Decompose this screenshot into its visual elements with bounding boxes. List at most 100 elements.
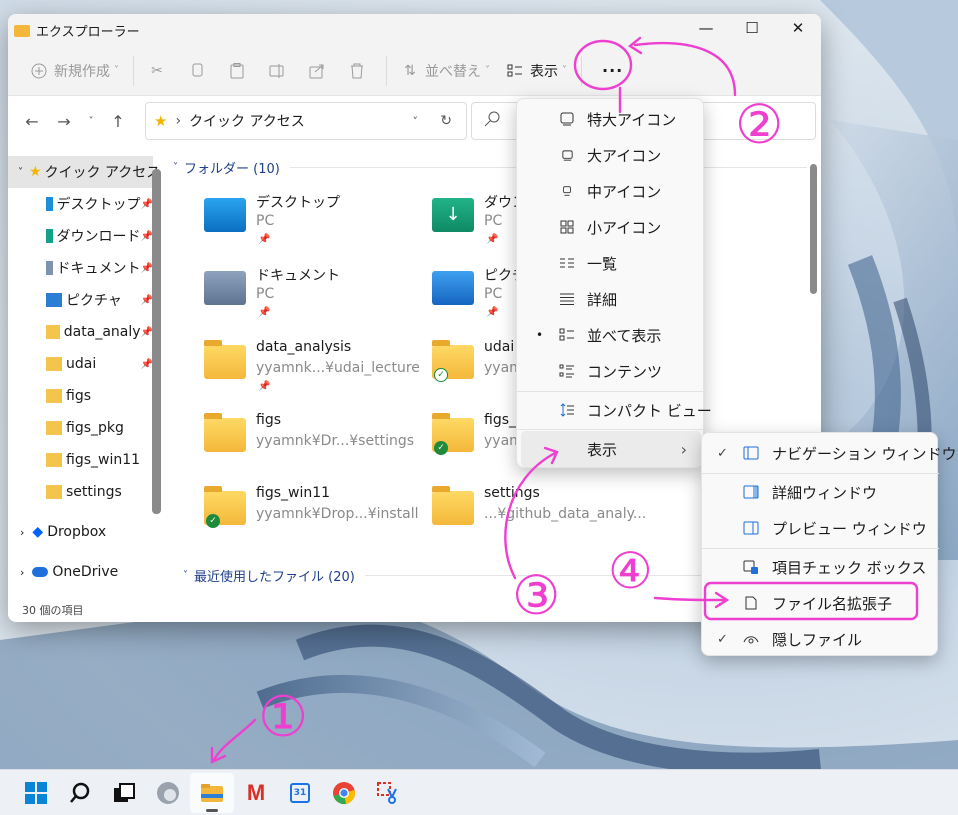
cut-button[interactable]: ✂ [140,54,180,88]
sidebar-item-label: Dropbox [47,524,107,540]
menu-item-list[interactable]: 一覧 [517,245,705,281]
view-list-icon [506,62,524,80]
close-button[interactable]: ✕ [775,14,821,42]
star-icon: ★ [154,112,168,130]
copy-button[interactable] [180,54,220,88]
share-button[interactable] [300,54,340,88]
maximize-button[interactable]: ☐ [729,14,775,42]
menu-item-hidden-files[interactable]: ✓ 隠しファイル [702,621,939,657]
sync-ok-icon: ✓ [206,514,220,528]
monitor-icon [558,147,576,163]
menu-item-details[interactable]: 詳細 [517,281,705,317]
search-button[interactable] [58,773,102,813]
clipboard-icon [228,62,246,80]
view-button[interactable]: 表示 ˅ [498,54,575,88]
folder-icon [201,783,223,802]
content-scrollbar[interactable] [810,164,817,294]
menu-item-medium-icons[interactable]: 中アイコン [517,173,705,209]
tile-desktop[interactable]: デスクトップ PC 📌 [173,192,403,252]
grid-icon [558,219,576,235]
chrome-button[interactable] [322,773,366,813]
picture-folder-icon [432,271,474,305]
menu-item-label: 詳細 [587,290,618,309]
share-icon [308,62,326,80]
back-button[interactable]: ← [16,112,48,131]
check-icon: ✓ [717,445,728,461]
folder-icon [204,413,246,452]
sidebar-item-udai[interactable]: udai 📌 [8,348,153,380]
menu-item-tiles[interactable]: • 並べて表示 [517,317,705,353]
more-button[interactable]: ··· [588,54,637,88]
sidebar-item-quick-access[interactable]: ˅ ★ クイック アクセス [8,156,160,188]
start-button[interactable] [14,773,58,813]
address-bar[interactable]: ★ › クイック アクセス ˅ ↻ [145,102,467,140]
sidebar-item-onedrive[interactable]: › OneDrive [8,556,153,588]
snipping-tool-button[interactable] [366,773,410,813]
minimize-button[interactable]: — [683,14,729,42]
forward-button[interactable]: → [48,112,80,131]
tile-figs-win11[interactable]: ✓ figs_win11 yyamnk¥Drop...¥install [173,485,419,545]
document-folder-icon [204,271,246,305]
sort-button[interactable]: ⇅ 並べ替え ˅ [393,54,498,88]
sidebar-item-figs-win11[interactable]: figs_win11 [8,444,153,476]
monitor-icon [558,183,576,199]
edge-button[interactable] [146,773,190,813]
rename-button[interactable] [260,54,300,88]
sidebar-item-dropbox[interactable]: › ◆ Dropbox [8,516,153,548]
sync-available-icon: ✓ [434,368,448,382]
menu-item-large-icons[interactable]: 大アイコン [517,137,705,173]
menu-item-label: ナビゲーション ウィンドウ [772,444,957,463]
menu-item-file-extensions[interactable]: ✓ ファイル名拡張子 [702,585,939,621]
delete-button[interactable] [340,54,380,88]
edge-icon [157,781,179,804]
sidebar-item-figs-pkg[interactable]: figs_pkg [8,412,153,444]
sidebar-item-documents[interactable]: ドキュメント 📌 [8,252,153,284]
group-header-folders[interactable]: ˅ フォルダー (10) [173,158,807,177]
menu-item-preview-pane[interactable]: プレビュー ウィンドウ [702,510,939,546]
tile-figs[interactable]: figs yyamnk¥Dr...¥settings [173,412,414,472]
divider [386,55,387,86]
view-label: 表示 [530,63,558,80]
calendar-button[interactable]: 31 [278,773,322,813]
sidebar-item-desktop[interactable]: デスクトップ 📌 [8,188,153,220]
menu-item-navigation-pane[interactable]: ✓ ナビゲーション ウィンドウ [702,435,956,471]
menu-item-extra-large-icons[interactable]: 特大アイコン [517,101,705,137]
tile-settings[interactable]: settings ...¥github_data_analy... [401,485,646,545]
new-button[interactable]: 新規作成 ˅ [22,54,127,88]
folder-icon [204,340,246,379]
sidebar-item-pictures[interactable]: ピクチャ 📌 [8,284,153,316]
paste-button[interactable] [220,54,260,88]
menu-item-show[interactable]: 表示 › [521,431,701,467]
menu-item-item-checkboxes[interactable]: 項目チェック ボックス [702,549,939,585]
gmail-button[interactable]: M [234,773,278,813]
caption-buttons: — ☐ ✕ [683,14,821,42]
menu-item-label: コンテンツ [587,362,663,381]
recent-button[interactable]: ˅ [80,116,102,127]
tiles-icon [558,327,576,343]
details-icon [558,291,576,307]
chevron-down-icon[interactable]: ˅ [18,167,23,178]
menu-item-details-pane[interactable]: 詳細ウィンドウ [702,474,939,510]
menu-item-compact-view[interactable]: コンパクト ビュー [517,392,712,428]
scissors-icon: ✂ [151,62,163,79]
refresh-icon[interactable]: ↻ [440,113,452,129]
sidebar-item-settings[interactable]: settings [8,476,153,508]
sidebar-item-downloads[interactable]: ダウンロード 📌 [8,220,153,252]
task-view-button[interactable] [102,773,146,813]
tile-name: settings [484,485,540,501]
chevron-right-icon[interactable]: › [20,566,24,579]
menu-item-content[interactable]: コンテンツ [517,353,705,389]
sidebar-item-figs[interactable]: figs [8,380,153,412]
up-button[interactable]: ↑ [102,112,134,131]
menu-item-small-icons[interactable]: 小アイコン [517,209,705,245]
breadcrumb: クイック アクセス [189,114,305,130]
tile-documents[interactable]: ドキュメント PC 📌 [173,265,403,325]
snipping-tool-icon [377,781,397,804]
chevron-right-icon[interactable]: › [20,526,24,539]
explorer-button[interactable] [190,772,234,813]
chevron-down-icon[interactable]: ˅ [413,115,419,128]
sidebar-scrollbar[interactable] [152,169,161,514]
chevron-down-icon: ˅ [562,65,567,76]
tile-data-analysis[interactable]: data_analysis yyamnk...¥udai_lecture 📌 [173,339,420,399]
sidebar-item-data-analysis[interactable]: data_analy 📌 [8,316,153,348]
